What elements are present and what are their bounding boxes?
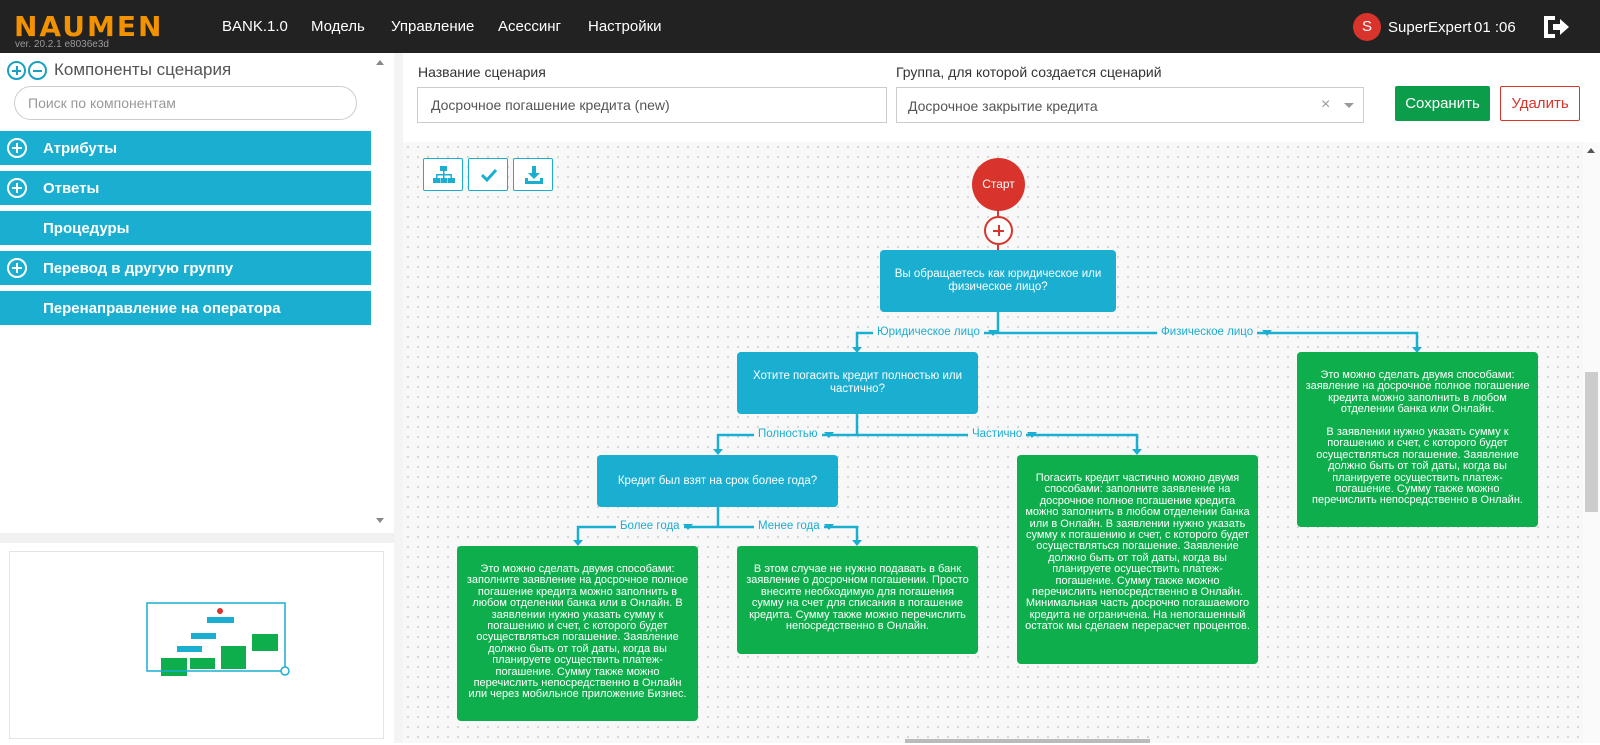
edge-label-legal[interactable]: Юридическое лицо	[873, 326, 984, 338]
edge-label-physical[interactable]: Физическое лицо	[1157, 326, 1258, 338]
chevron-down-icon[interactable]	[824, 432, 834, 438]
chevron-down-icon[interactable]	[1027, 432, 1037, 438]
answer-node-less-year[interactable]: В этом случае не нужно подавать в банк з…	[737, 546, 978, 654]
question-text: Кредит был взят на срок более года?	[617, 474, 818, 487]
edge-label-full[interactable]: Полностью	[754, 428, 822, 440]
add-node-icon[interactable]	[984, 216, 1013, 245]
question-node-term[interactable]: Кредит был взят на срок более года?	[597, 455, 838, 507]
start-node[interactable]: Старт	[972, 158, 1025, 211]
edge-label-more-year[interactable]: Более года	[616, 520, 684, 532]
question-text: Вы обращаетесь как юридическое или физич…	[894, 268, 1102, 293]
edge-label-less-year[interactable]: Менее года	[754, 520, 824, 532]
chevron-down-icon[interactable]	[1262, 330, 1272, 336]
chevron-down-icon[interactable]	[988, 330, 998, 336]
answer-node-partial[interactable]: Погасить кредит частично можно двумя спо…	[1017, 455, 1258, 664]
answer-node-more-year[interactable]: Это можно сделать двумя способами: запол…	[457, 546, 698, 721]
edge-label-partial[interactable]: Частично	[968, 428, 1027, 440]
answer-node-physical[interactable]: Это можно сделать двумя способами: заявл…	[1297, 352, 1538, 527]
question-text: Хотите погасить кредит полностью или час…	[752, 370, 963, 395]
chevron-down-icon[interactable]	[683, 524, 693, 530]
chevron-down-icon[interactable]	[824, 524, 834, 530]
question-node-person-type[interactable]: Вы обращаетесь как юридическое или физич…	[880, 250, 1116, 312]
question-node-repay-type[interactable]: Хотите погасить кредит полностью или час…	[737, 352, 978, 414]
